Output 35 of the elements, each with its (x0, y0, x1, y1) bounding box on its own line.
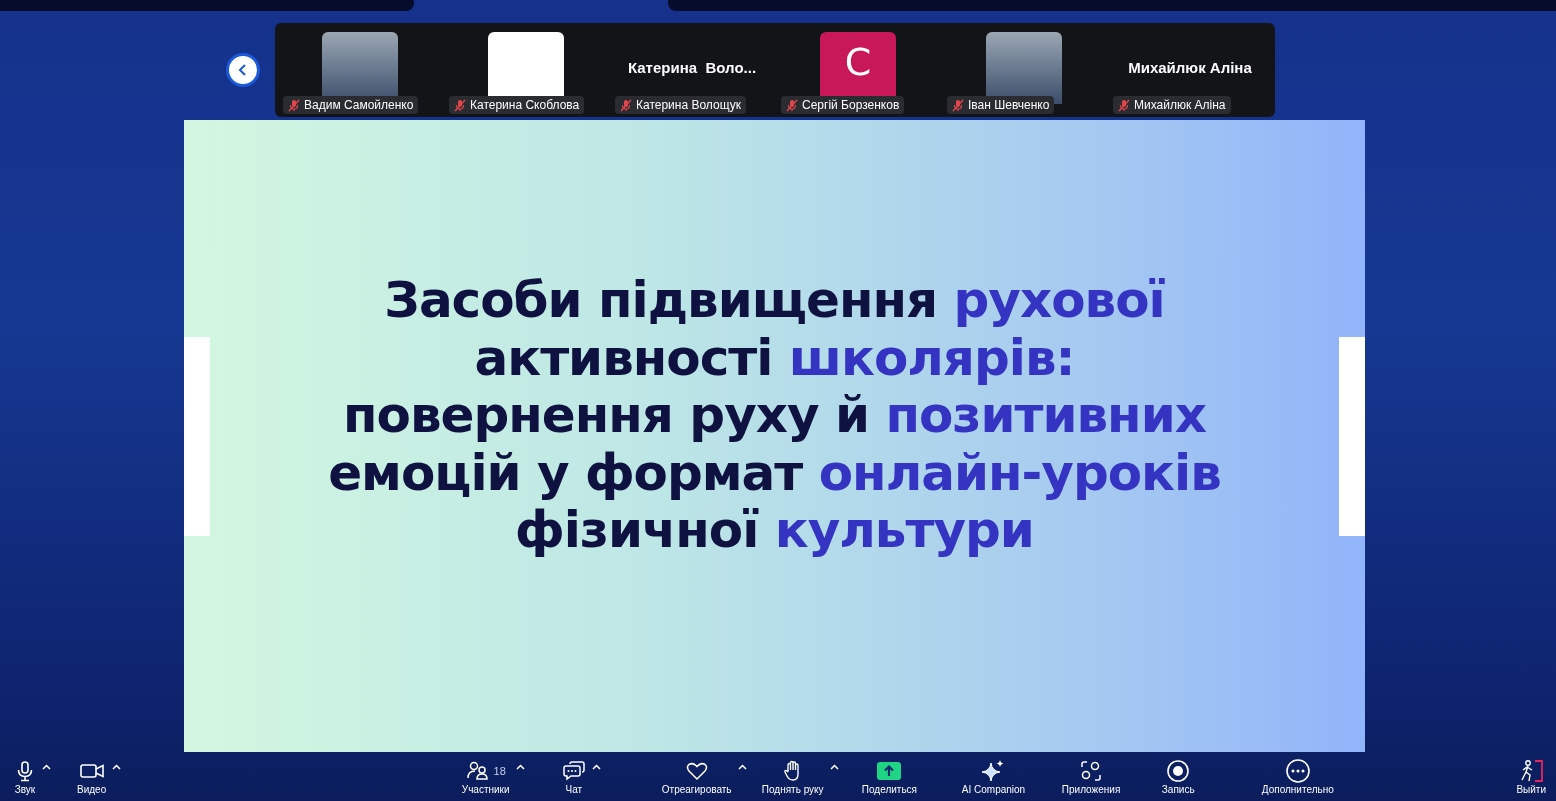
toolbar-button[interactable]: Отреагировать (657, 758, 736, 795)
participant-label: Катерина Волощук (615, 96, 746, 114)
record-icon (1166, 759, 1191, 783)
participant-name-display: Катерина Воло... (627, 59, 757, 78)
more-options-icon (1284, 758, 1311, 784)
toolbar-button[interactable]: AI Companion (957, 758, 1030, 795)
previous-page-button[interactable] (226, 53, 260, 87)
toolbar-button[interactable]: Видео (73, 758, 111, 795)
participant-label: Катерина Скоблова (449, 96, 585, 114)
toolbar-button[interactable]: 18 Участники (457, 758, 514, 795)
heart-icon (684, 760, 709, 782)
caret-icon (515, 764, 525, 770)
participant-label: Іван Шевченко (947, 96, 1055, 114)
toolbar-button[interactable]: Чат (557, 758, 590, 795)
caret-icon (829, 764, 839, 770)
caret-icon (112, 764, 122, 770)
participant-label: Вадим Самойленко (283, 96, 419, 114)
participant-label: Михайлюк Аліна (1113, 96, 1231, 114)
chat-icon (561, 760, 586, 782)
toolbar-button[interactable]: Запись (1157, 758, 1199, 795)
slide-title: Засоби підвищення рухової активності школярів: повернення руху й позитивних емоцій у формат онлайн-уроків фізичної культури (328, 272, 1221, 560)
caret-icon (591, 764, 601, 770)
caret-icon (737, 764, 747, 770)
apps-icon (1079, 760, 1104, 782)
share-screen-icon (876, 760, 903, 782)
toolbar-button[interactable]: Поделиться (857, 758, 922, 795)
sparkle-icon (980, 759, 1007, 783)
toolbar-button[interactable]: Выйти (1512, 758, 1550, 795)
toolbar-button[interactable]: Поднять руку (757, 758, 828, 795)
toolbar-button[interactable]: Приложения (1057, 758, 1125, 795)
caret-icon (42, 764, 51, 770)
people-icon (465, 760, 490, 782)
toolbar-button[interactable]: Звук (10, 758, 40, 795)
toolbar-button[interactable]: Дополнительно (1257, 758, 1338, 795)
participant-count: 18 (493, 765, 506, 777)
